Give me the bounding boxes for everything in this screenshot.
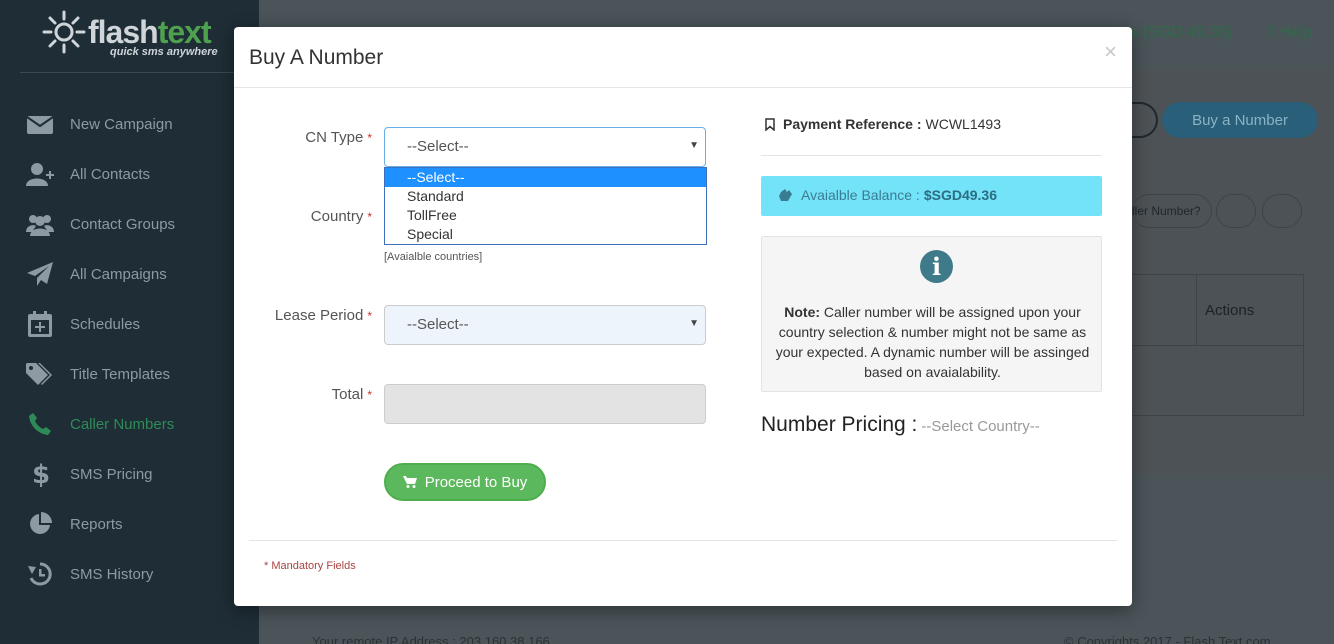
- envelope-icon: [25, 111, 55, 137]
- table-header-actions: Actions: [1205, 302, 1255, 319]
- app-logo[interactable]: flashtext quick sms anywhere: [40, 8, 240, 68]
- note-text: Note: Caller number will be assigned upo…: [775, 304, 1090, 380]
- sidebar-item-label: Title Templates: [70, 365, 171, 383]
- sidebar-divider: [20, 72, 259, 73]
- dropdown-option[interactable]: Special: [385, 225, 706, 244]
- dollar-icon: $: [25, 460, 55, 488]
- footer-copyright: © Copyrights 2017 - Flash Text.com: [1064, 634, 1271, 644]
- payment-reference: Payment Reference : WCWL1493: [765, 116, 1001, 132]
- background-buy-number-button[interactable]: Buy a Number: [1162, 102, 1318, 138]
- modal-footer-divider: [249, 540, 1117, 541]
- country-label: Country *: [310, 208, 372, 225]
- select-value: --Select--: [407, 316, 469, 333]
- close-button[interactable]: ×: [1104, 41, 1117, 63]
- sidebar-item-reports[interactable]: Reports: [0, 499, 259, 549]
- sidebar-item-label: SMS History: [70, 565, 154, 583]
- sidebar-item-label: Reports: [70, 515, 123, 533]
- button-label: Proceed to Buy: [424, 473, 528, 491]
- cn-type-dropdown: --Select-- Standard TollFree Special: [384, 167, 707, 245]
- sidebar-item-label: Contact Groups: [70, 215, 176, 233]
- header-balance: s (SGD 49.36): [1130, 24, 1233, 41]
- total-label: Total *: [331, 386, 372, 403]
- cn-type-label: CN Type *: [305, 129, 372, 146]
- sidebar-item-title-templates[interactable]: Title Templates: [0, 349, 259, 399]
- export-excel-button[interactable]: [1216, 194, 1256, 228]
- sidebar-item-all-contacts[interactable]: All Contacts: [0, 149, 259, 199]
- total-field: [384, 384, 706, 424]
- divider: [761, 155, 1102, 156]
- sidebar: flashtext quick sms anywhere New Campaig…: [0, 0, 259, 644]
- sidebar-item-schedules[interactable]: Schedules: [0, 299, 259, 349]
- sidebar-nav: New Campaign All Contacts Contact Groups…: [0, 99, 259, 599]
- paper-plane-icon: [25, 261, 55, 287]
- country-hint: [Avaialble countries]: [384, 251, 483, 263]
- available-balance-alert: Avaialble Balance : $SGD49.36: [761, 176, 1102, 216]
- chevron-down-icon: ▼: [689, 140, 699, 151]
- chevron-down-icon: ▼: [689, 318, 699, 329]
- help-link[interactable]: ? Help: [1266, 24, 1312, 42]
- history-icon: [25, 561, 55, 587]
- caller-numbers-table: [1132, 274, 1304, 416]
- print-button[interactable]: [1262, 194, 1302, 228]
- sidebar-item-sms-pricing[interactable]: $ SMS Pricing: [0, 449, 259, 499]
- sidebar-item-label: Schedules: [70, 315, 141, 333]
- sun-logo-icon: [42, 10, 86, 54]
- number-pricing: Number Pricing : --Select Country--: [761, 413, 1040, 436]
- caller-number-help-button[interactable]: ller Number?: [1132, 194, 1212, 228]
- logo-tagline: quick sms anywhere: [110, 46, 218, 58]
- sidebar-item-new-campaign[interactable]: New Campaign: [0, 99, 259, 149]
- phone-icon: [25, 411, 55, 437]
- sidebar-item-sms-history[interactable]: SMS History: [0, 549, 259, 599]
- sidebar-item-all-campaigns[interactable]: All Campaigns: [0, 249, 259, 299]
- shopping-cart-icon: [402, 476, 417, 488]
- select-value: --Select--: [407, 138, 469, 155]
- sidebar-item-label: New Campaign: [70, 115, 173, 133]
- modal-header: Buy A Number ×: [234, 27, 1132, 88]
- sidebar-item-caller-numbers[interactable]: Caller Numbers: [0, 399, 259, 449]
- dropdown-option[interactable]: --Select--: [385, 168, 706, 187]
- footer-ip: Your remote IP Address : 203.160.38.166: [312, 634, 550, 644]
- wallet-icon: [779, 189, 792, 201]
- sidebar-item-contact-groups[interactable]: Contact Groups: [0, 199, 259, 249]
- sidebar-item-label: All Contacts: [70, 165, 151, 183]
- buy-number-modal: Buy A Number × CN Type * --Select-- ▼ --S…: [234, 27, 1132, 606]
- mandatory-fields-note: * Mandatory Fields: [264, 560, 356, 572]
- info-icon: i: [920, 250, 953, 283]
- button-label: Buy a Number: [1192, 111, 1288, 129]
- note-panel: i Note: Caller number will be assigned u…: [761, 236, 1102, 392]
- lease-period-select[interactable]: --Select-- ▼: [384, 305, 706, 345]
- sidebar-item-label: Caller Numbers: [70, 415, 175, 433]
- pie-chart-icon: [25, 511, 55, 537]
- modal-title: Buy A Number: [249, 46, 384, 69]
- bookmark-icon: [765, 117, 775, 131]
- proceed-to-buy-button[interactable]: Proceed to Buy: [384, 463, 546, 501]
- cn-type-select[interactable]: --Select-- ▼: [384, 127, 706, 167]
- lease-period-label: Lease Period *: [274, 307, 372, 324]
- tags-icon: [25, 361, 55, 387]
- sidebar-item-label: SMS Pricing: [70, 465, 153, 483]
- svg-text:$: $: [32, 460, 49, 488]
- sidebar-item-label: All Campaigns: [70, 265, 167, 283]
- calendar-plus-icon: [25, 311, 55, 337]
- dropdown-option[interactable]: TollFree: [385, 206, 706, 225]
- user-add-icon: [25, 161, 55, 187]
- users-icon: [25, 211, 55, 237]
- dropdown-option[interactable]: Standard: [385, 187, 706, 206]
